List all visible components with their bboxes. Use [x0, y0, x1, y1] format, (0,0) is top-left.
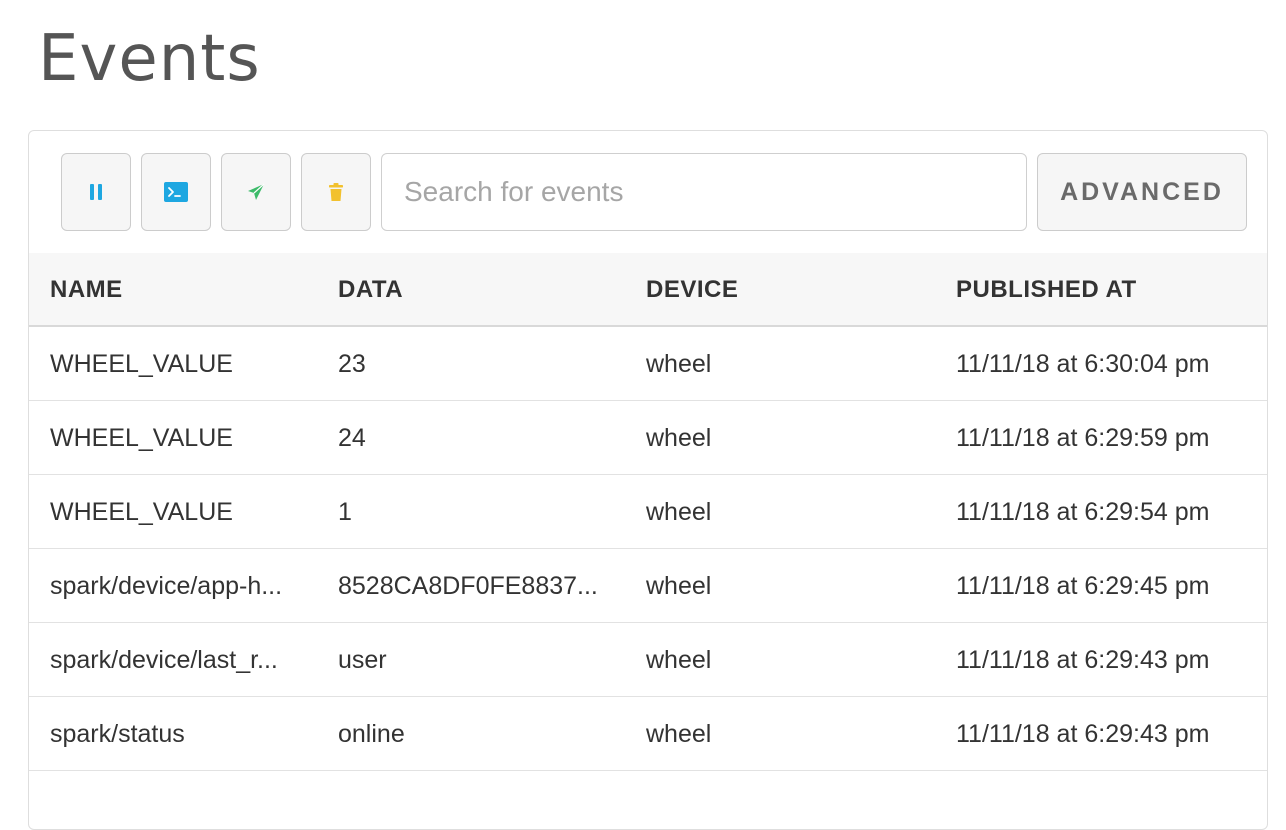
events-panel: ADVANCED NAME DATA DEVICE PUBLISHED AT W…: [28, 130, 1268, 830]
event-published-at: 11/11/18 at 6:29:45 pm: [956, 572, 1210, 600]
pause-icon: [88, 182, 104, 202]
advanced-button[interactable]: ADVANCED: [1037, 153, 1247, 231]
event-device: wheel: [646, 424, 712, 452]
column-header-name[interactable]: NAME: [50, 253, 320, 327]
event-name: spark/device/last_r...: [50, 646, 278, 674]
events-table-body: WHEEL_VALUE 23 wheel 11/11/18 at 6:30:04…: [29, 327, 1267, 771]
table-row[interactable]: spark/device/app-h... 8528CA8DF0FE8837..…: [29, 549, 1267, 623]
event-published-at: 11/11/18 at 6:29:43 pm: [956, 720, 1210, 748]
event-device: wheel: [646, 350, 712, 378]
send-icon: [246, 182, 266, 202]
event-device: wheel: [646, 572, 712, 600]
table-row[interactable]: spark/status online wheel 11/11/18 at 6:…: [29, 697, 1267, 771]
event-published-at: 11/11/18 at 6:29:59 pm: [956, 424, 1210, 452]
trash-icon: [328, 182, 344, 202]
pause-button[interactable]: [61, 153, 131, 231]
clear-button[interactable]: [301, 153, 371, 231]
event-data: user: [338, 646, 387, 674]
event-published-at: 11/11/18 at 6:29:54 pm: [956, 498, 1210, 526]
event-data: 8528CA8DF0FE8837...: [338, 572, 598, 600]
table-row[interactable]: WHEEL_VALUE 1 wheel 11/11/18 at 6:29:54 …: [29, 475, 1267, 549]
table-row[interactable]: WHEEL_VALUE 24 wheel 11/11/18 at 6:29:59…: [29, 401, 1267, 475]
page-title: Events: [38, 22, 261, 96]
publish-button[interactable]: [221, 153, 291, 231]
table-row[interactable]: spark/device/last_r... user wheel 11/11/…: [29, 623, 1267, 697]
table-row[interactable]: WHEEL_VALUE 23 wheel 11/11/18 at 6:30:04…: [29, 327, 1267, 401]
terminal-icon: [164, 182, 188, 202]
column-header-published-at[interactable]: PUBLISHED AT: [956, 253, 1256, 327]
events-toolbar: ADVANCED: [29, 131, 1267, 253]
event-name: spark/device/app-h...: [50, 572, 283, 600]
column-header-data[interactable]: DATA: [338, 253, 626, 327]
search-input[interactable]: [381, 153, 1027, 231]
event-published-at: 11/11/18 at 6:29:43 pm: [956, 646, 1210, 674]
table-header: NAME DATA DEVICE PUBLISHED AT: [29, 253, 1267, 327]
console-button[interactable]: [141, 153, 211, 231]
column-header-device[interactable]: DEVICE: [646, 253, 936, 327]
event-name: WHEEL_VALUE: [50, 498, 233, 526]
event-name: WHEEL_VALUE: [50, 424, 233, 452]
event-data: 1: [338, 498, 352, 526]
event-device: wheel: [646, 498, 712, 526]
event-data: 24: [338, 424, 366, 452]
event-data: 23: [338, 350, 366, 378]
event-device: wheel: [646, 720, 712, 748]
event-name: WHEEL_VALUE: [50, 350, 233, 378]
event-name: spark/status: [50, 720, 185, 748]
event-published-at: 11/11/18 at 6:30:04 pm: [956, 350, 1210, 378]
event-data: online: [338, 720, 405, 748]
event-device: wheel: [646, 646, 712, 674]
